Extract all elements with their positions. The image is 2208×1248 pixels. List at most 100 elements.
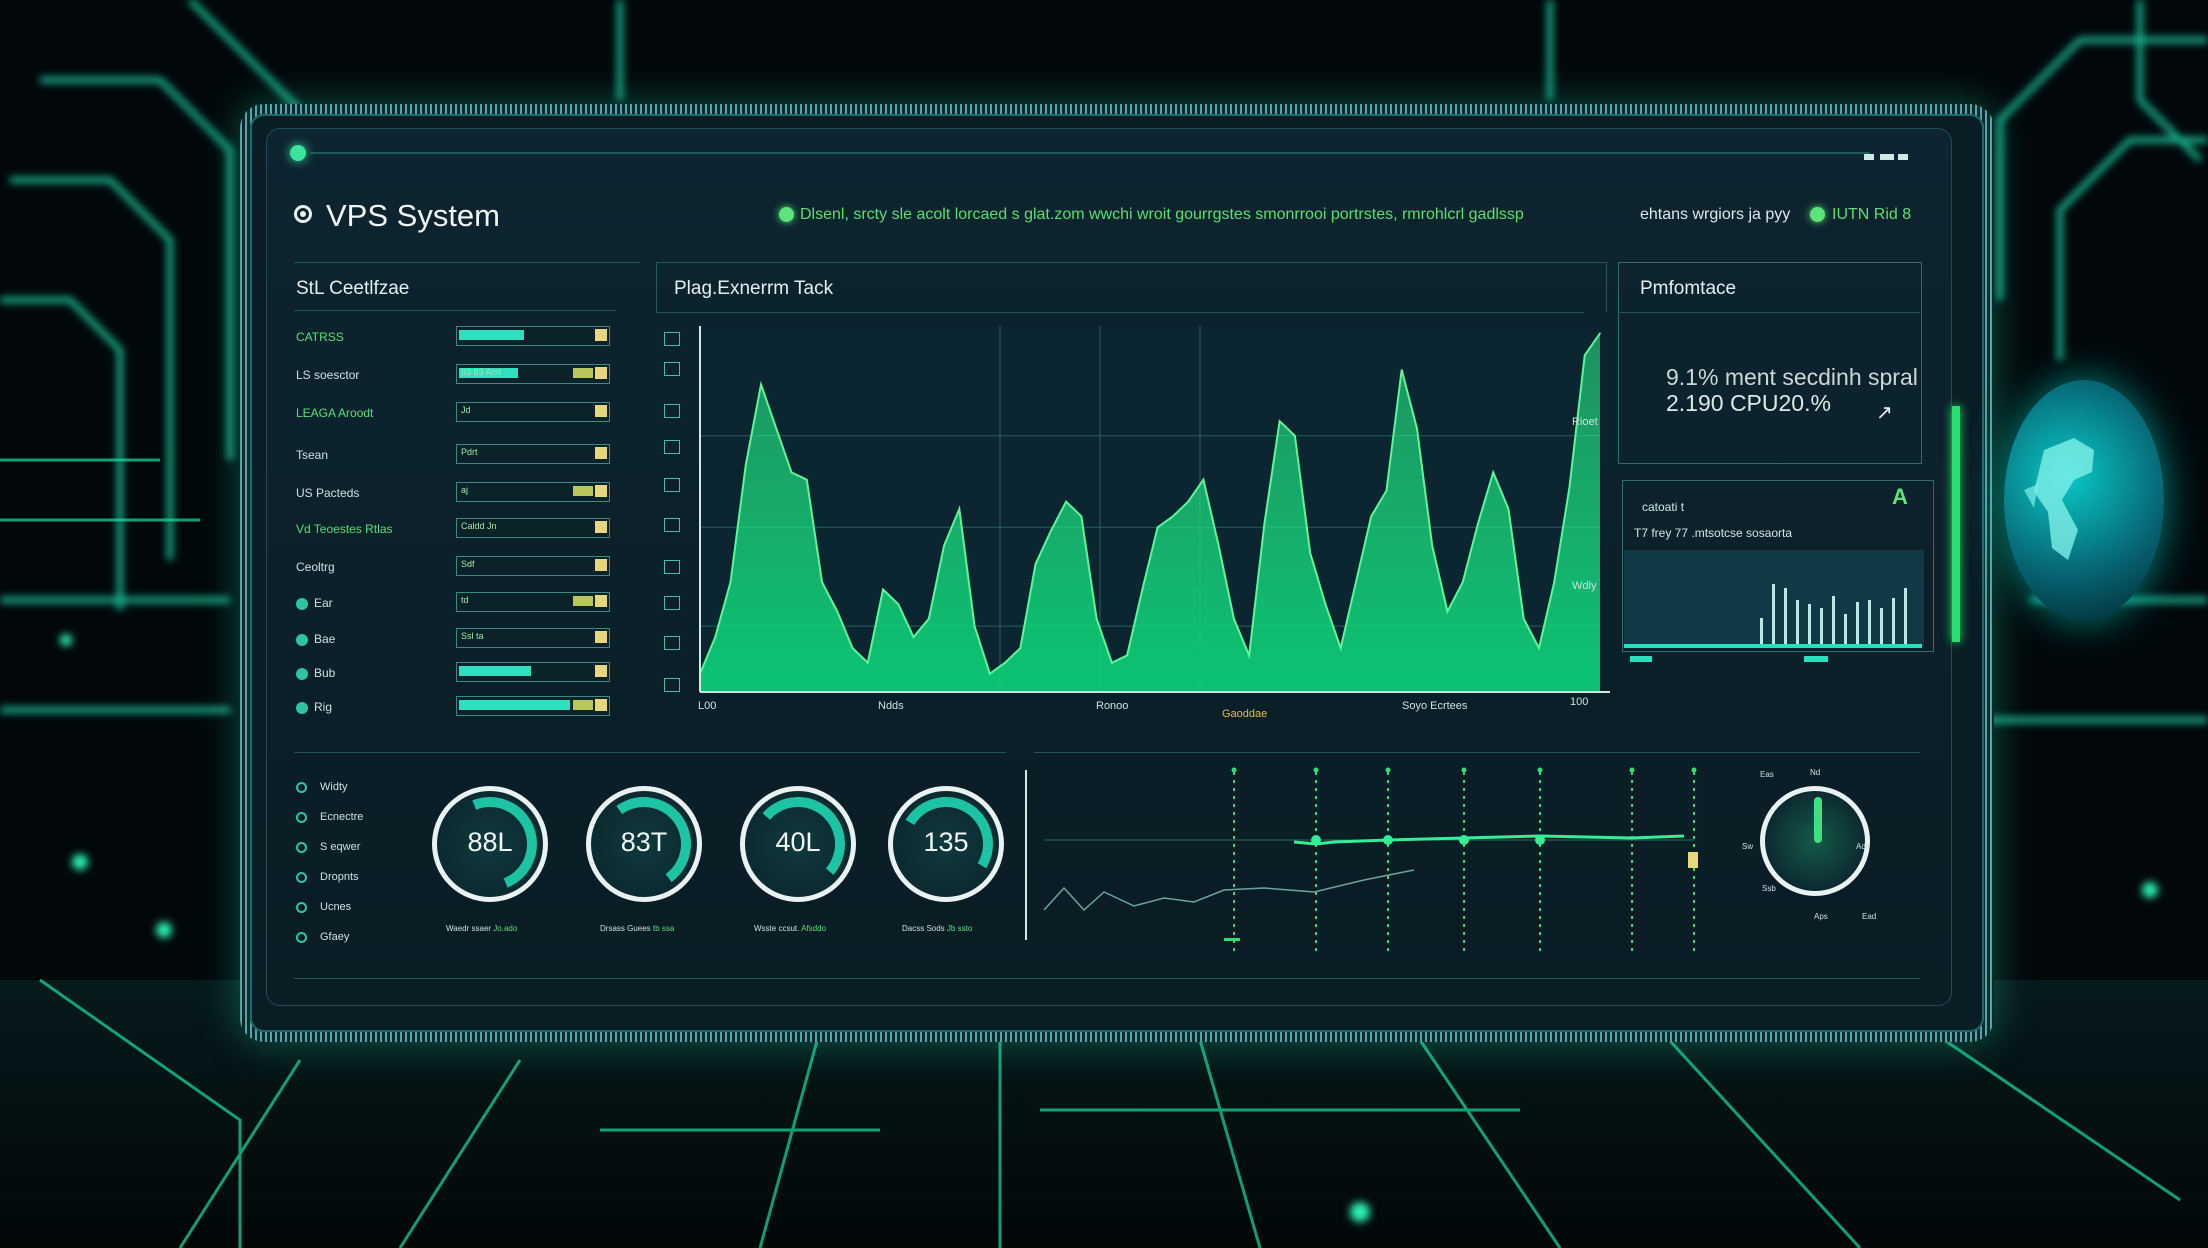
signal-marker-dot xyxy=(1691,767,1697,773)
signal-marker-dot xyxy=(1537,767,1543,773)
gauge-caption-value: Jb ssto xyxy=(946,924,973,933)
gauge-value: 135 xyxy=(923,827,969,857)
chart-data-point xyxy=(1370,515,1372,518)
status-dot-icon xyxy=(779,207,794,222)
signal-level-point xyxy=(1383,835,1393,845)
chart-tool-icon[interactable] xyxy=(664,518,680,532)
mini-chart-badge[interactable]: A xyxy=(1892,484,1908,510)
chart-data-point xyxy=(1507,508,1510,510)
row-progress-bar[interactable]: Pdrt xyxy=(456,444,610,464)
legend-marker-icon xyxy=(296,842,307,853)
row-label: Vd Teoestes Rtlas xyxy=(296,522,393,536)
row-progress-bar[interactable]: Sdf xyxy=(456,556,610,576)
row-label: CATRSS xyxy=(296,330,344,344)
power-icon[interactable] xyxy=(290,145,306,161)
chart-tool-icon[interactable] xyxy=(664,596,680,610)
legend-label: Gfaey xyxy=(320,931,350,943)
chart-data-point xyxy=(805,478,808,481)
row-label: US Pacteds xyxy=(296,486,360,500)
chart-tool-icon[interactable] xyxy=(664,478,680,492)
chart-data-point xyxy=(1355,581,1357,583)
row-progress-fill xyxy=(459,330,524,340)
chart-data-point xyxy=(1095,618,1098,620)
gauge-dial[interactable]: 88L xyxy=(428,782,552,906)
row-progress-bar[interactable] xyxy=(456,662,610,682)
mini-chart-bar xyxy=(1808,604,1811,644)
legend-label: Ucnes xyxy=(320,901,352,913)
mini-chart-title: catoati t xyxy=(1642,500,1685,514)
row-marker xyxy=(573,368,593,378)
gauge-caption-text: Drsass Guees xyxy=(600,924,651,933)
chart-tool-icon[interactable] xyxy=(664,636,680,650)
row-progress-bar[interactable] xyxy=(456,326,610,346)
status-dot-icon xyxy=(1810,207,1825,222)
row-progress-bar[interactable] xyxy=(456,696,610,716)
signal-level-point xyxy=(1311,835,1321,845)
window-minimize-icon[interactable] xyxy=(1864,154,1874,160)
chart-tool-icon[interactable] xyxy=(664,404,680,418)
row-tag: Caldd Jn xyxy=(461,521,497,531)
legend-label: S eqwer xyxy=(320,841,361,853)
legend-marker-icon xyxy=(296,782,307,793)
signal-cursor-icon[interactable] xyxy=(1688,852,1698,868)
window-maximize-icon[interactable] xyxy=(1880,154,1894,160)
panel-divider xyxy=(294,262,640,263)
x-axis-label: Soyo Ecrtees xyxy=(1402,700,1468,712)
gauge-value: 88L xyxy=(467,827,513,857)
row-progress-bar[interactable]: 83 83 Acrl xyxy=(456,364,610,384)
chart-data-point xyxy=(1202,478,1205,481)
control-knob[interactable] xyxy=(1760,786,1870,896)
chart-data-point xyxy=(1339,647,1342,649)
chart-data-point xyxy=(1248,654,1250,657)
logo-icon xyxy=(294,205,312,223)
app-title: VPS System xyxy=(326,198,500,233)
signal-marker-dot xyxy=(1629,767,1635,773)
legend-marker-icon xyxy=(296,872,307,883)
gauge-dial[interactable]: 40L xyxy=(740,786,856,902)
mini-chart-bar xyxy=(1820,608,1823,644)
row-progress-bar[interactable]: Ssl ta xyxy=(456,628,610,648)
mini-chart-bar xyxy=(1868,600,1871,644)
chart-data-point xyxy=(1553,581,1556,583)
chart-data-point xyxy=(1568,486,1571,488)
row-progress-bar[interactable]: Jd xyxy=(456,402,610,422)
window-close-icon[interactable] xyxy=(1898,154,1908,160)
status-secondary: ehtans wrgiors ja pyy xyxy=(1640,206,1791,223)
knob-label: Nd xyxy=(1810,768,1821,777)
chart-data-point xyxy=(1599,332,1601,335)
mini-chart-bar xyxy=(1760,618,1763,644)
chart-data-point xyxy=(836,610,839,613)
chart-data-point xyxy=(714,636,717,638)
row-progress-bar[interactable]: td xyxy=(456,592,610,612)
gauge-caption-text: Waedr ssaer xyxy=(446,924,492,933)
globe-icon xyxy=(2004,380,2164,620)
row-tag: 83 83 Acrl xyxy=(461,367,502,377)
chart-tool-icon[interactable] xyxy=(664,678,680,692)
row-label: Tsean xyxy=(296,448,329,462)
row-label: Ceoltrg xyxy=(296,560,335,574)
row-cap-icon xyxy=(595,521,607,533)
chart-tool-icon[interactable] xyxy=(664,362,680,376)
row-progress-bar[interactable]: aj xyxy=(456,482,610,502)
chart-tool-icon[interactable] xyxy=(664,560,680,574)
mini-chart-marker xyxy=(1630,656,1652,662)
row-progress-bar[interactable]: Caldd Jn xyxy=(456,518,610,538)
row-status-dot xyxy=(296,598,308,610)
chart-tool-icon[interactable] xyxy=(664,332,680,346)
panel-divider xyxy=(1606,262,1607,312)
performance-line-1: 9.1% ment secdinh spral xyxy=(1666,364,1918,390)
legend-label: Ecnectre xyxy=(320,811,364,823)
gauge-dial[interactable]: 83T xyxy=(586,786,702,902)
chart-data-point xyxy=(1278,420,1281,422)
knob-label: Ssb xyxy=(1762,884,1776,893)
chart-tool-icon[interactable] xyxy=(664,440,680,454)
chart-data-point xyxy=(1431,544,1434,547)
row-cap-icon xyxy=(595,405,607,417)
chart-data-point xyxy=(1309,552,1311,554)
status-tertiary: IUTN Rid 8 xyxy=(1832,206,1912,223)
panel-divider xyxy=(294,752,1006,753)
chart-data-point xyxy=(744,464,747,466)
chart-data-point xyxy=(729,581,732,583)
row-status-dot xyxy=(296,702,308,714)
gauge-dial[interactable]: 135 xyxy=(888,786,1004,902)
